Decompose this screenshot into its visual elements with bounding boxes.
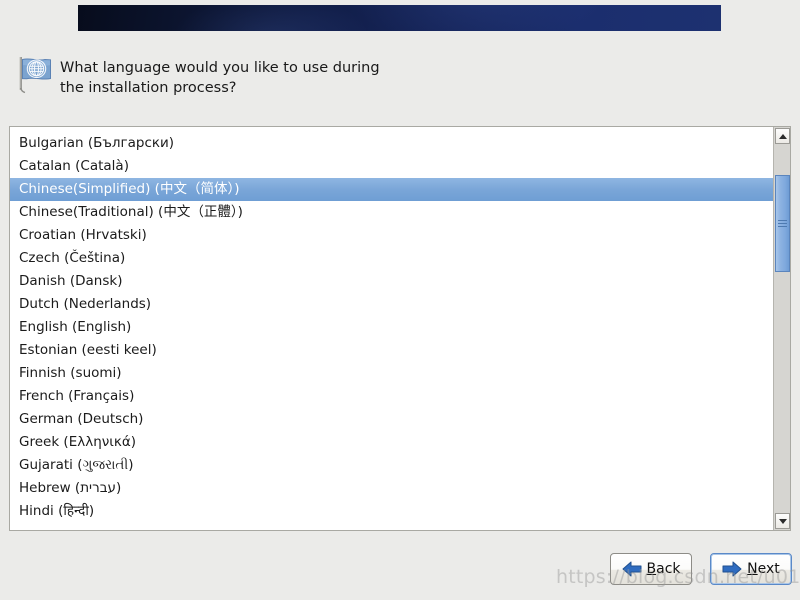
language-list-item[interactable]: Czech (Čeština) <box>10 247 773 270</box>
language-list-item[interactable]: Estonian (eesti keel) <box>10 339 773 362</box>
chevron-down-icon <box>778 518 787 524</box>
un-flag-icon <box>12 52 56 96</box>
language-list-item[interactable]: Croatian (Hrvatski) <box>10 224 773 247</box>
scrollbar-thumb[interactable] <box>775 175 790 272</box>
prompt-text: What language would you like to use duri… <box>60 60 380 96</box>
scroll-down-button[interactable] <box>775 513 790 529</box>
language-list-item[interactable]: Greek (Ελληνικά) <box>10 431 773 454</box>
language-list-item[interactable]: Finnish (suomi) <box>10 362 773 385</box>
scrollbar-grip-icon <box>778 218 787 229</box>
language-list-item[interactable]: Danish (Dansk) <box>10 270 773 293</box>
prompt-row: What language would you like to use duri… <box>12 52 772 98</box>
language-list-item[interactable]: Dutch (Nederlands) <box>10 293 773 316</box>
language-list-item[interactable]: German (Deutsch) <box>10 408 773 431</box>
language-list-viewport[interactable]: Bulgarian (Български) Catalan (Català) Chi… <box>10 127 773 530</box>
language-list-item[interactable]: Hebrew (עברית) <box>10 477 773 500</box>
next-button-label: Next <box>747 561 780 577</box>
language-list-item[interactable]: Hindi (हिन्दी) <box>10 500 773 523</box>
language-list-item[interactable]: French (Français) <box>10 385 773 408</box>
language-list-item[interactable]: Chinese(Traditional) (中文（正體）) <box>10 201 773 224</box>
vertical-scrollbar[interactable] <box>773 127 790 530</box>
back-button-label: Back <box>646 561 681 577</box>
arrow-right-icon <box>722 561 742 577</box>
banner-sheen <box>78 5 721 31</box>
language-list-item[interactable]: Gujarati (ગુજરાતી) <box>10 454 773 477</box>
language-list-item[interactable]: Bulgarian (Български) <box>10 132 773 155</box>
chevron-up-icon <box>778 133 787 139</box>
wizard-button-bar: Back Next <box>610 553 792 585</box>
next-button[interactable]: Next <box>710 553 792 585</box>
language-listbox[interactable]: Bulgarian (Български) Catalan (Català) Chi… <box>9 126 791 531</box>
language-list-item[interactable]: Chinese(Simplified) (中文（简体）) <box>10 178 773 201</box>
header-banner <box>78 5 721 31</box>
arrow-left-icon <box>622 561 641 577</box>
scroll-up-button[interactable] <box>775 128 790 144</box>
back-button[interactable]: Back <box>610 553 692 585</box>
language-list-item[interactable]: English (English) <box>10 316 773 339</box>
language-list-item[interactable]: Catalan (Català) <box>10 155 773 178</box>
